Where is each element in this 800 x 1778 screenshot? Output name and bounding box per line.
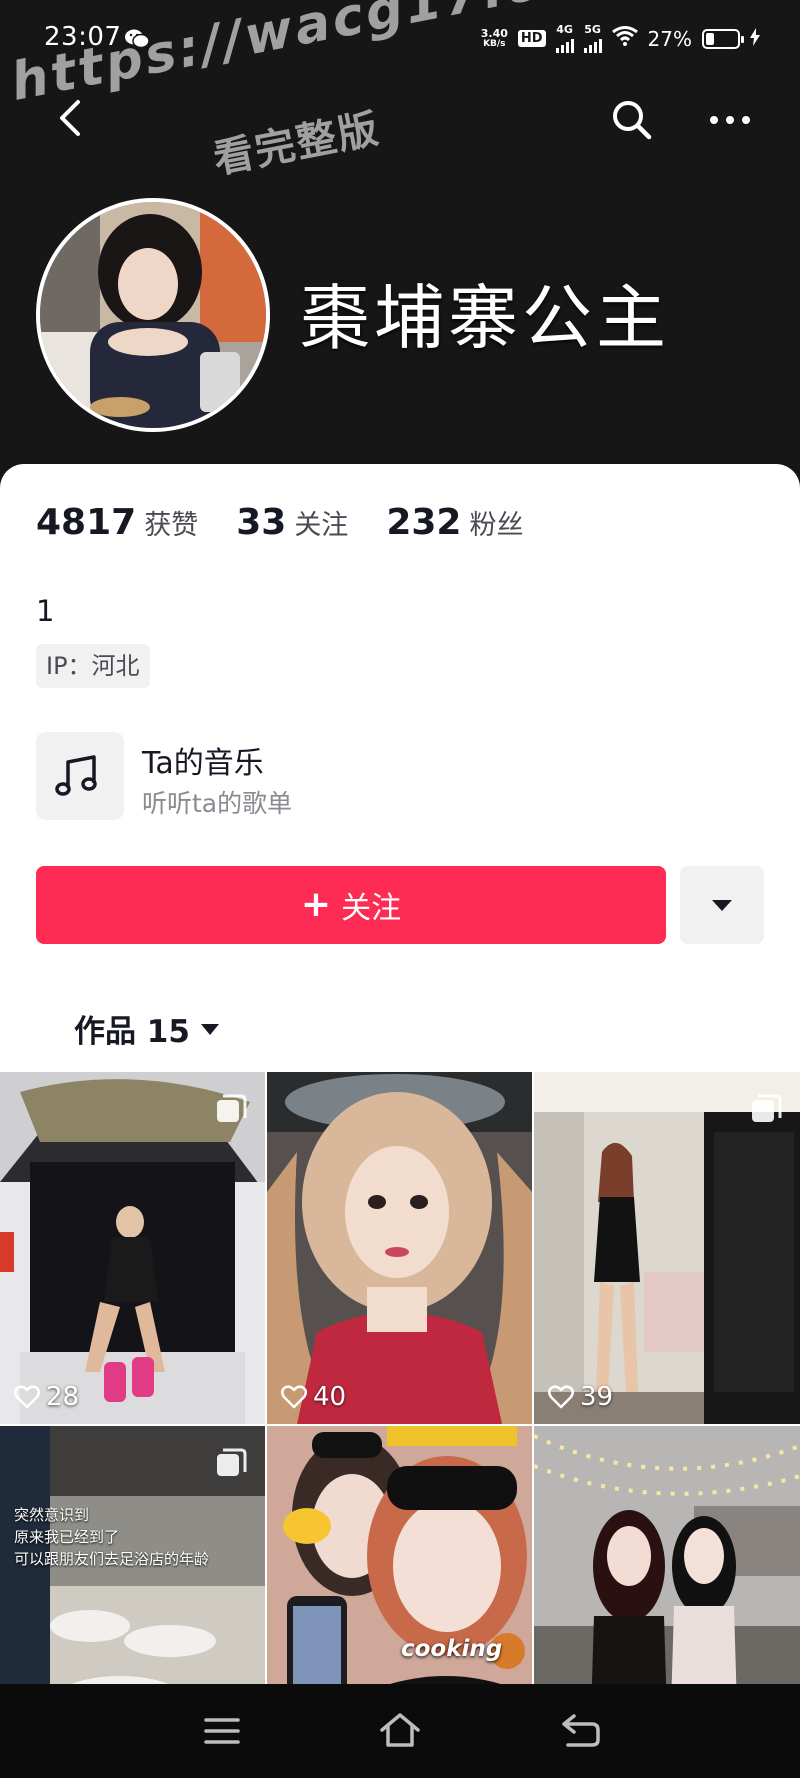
video-tile[interactable]: 28 [0, 1072, 265, 1424]
charging-icon [750, 27, 760, 51]
net-speed: 3.40 KB/s [480, 26, 508, 49]
heart-outline-icon [548, 1385, 574, 1409]
tab-works[interactable]: 作品 15 [74, 1006, 220, 1051]
video-thumbnail [267, 1072, 532, 1424]
music-entry[interactable]: Ta的音乐 听听ta的歌单 [36, 732, 756, 822]
battery-percent: 27% [647, 26, 692, 51]
profile-bio: 1 [36, 594, 55, 628]
wifi-icon [611, 26, 638, 51]
multi-photo-icon [752, 1094, 782, 1122]
follow-label: 关注 [341, 891, 402, 926]
video-caption: cooking [401, 1636, 503, 1662]
nav-menu-button[interactable] [202, 1714, 242, 1748]
follow-button[interactable]: + 关注 [36, 866, 666, 944]
profile-stats: 4817 获赞 33 关注 232 粉丝 [36, 502, 561, 543]
hd-icon: HD [517, 30, 546, 47]
status-indicators: 3.40 KB/s HD 4G 5G 27% [481, 24, 760, 53]
video-tile[interactable]: 40 [267, 1072, 532, 1424]
menu-icon [204, 1718, 240, 1744]
caret-down-icon [712, 900, 732, 911]
avatar[interactable] [36, 198, 270, 432]
stat-following[interactable]: 33 关注 [236, 502, 348, 543]
home-icon [380, 1713, 420, 1747]
heart-outline-icon [14, 1385, 40, 1409]
music-title: Ta的音乐 [142, 746, 264, 781]
multi-photo-icon [217, 1094, 247, 1122]
tab-works-label: 作品 15 [74, 1014, 190, 1050]
system-nav-bar [0, 1684, 800, 1778]
nav-home-button[interactable] [378, 1710, 422, 1750]
music-icon-box [36, 732, 124, 820]
music-note-icon [55, 755, 97, 796]
profile-header: 23:07 3.40 KB/s HD 4G 5G 27% https://wac… [0, 0, 800, 480]
recommend-dropdown-button[interactable] [680, 866, 764, 944]
stat-likes[interactable]: 4817 获赞 [36, 502, 198, 543]
video-tile[interactable]: 39 [534, 1072, 800, 1424]
more-options-button[interactable] [706, 100, 754, 140]
battery-icon [702, 28, 744, 49]
video-likes: 28 [14, 1382, 79, 1412]
multi-photo-icon [217, 1448, 247, 1476]
back-arrow-icon [562, 1714, 600, 1747]
more-dots-icon [710, 116, 750, 124]
music-subtitle: 听听ta的歌单 [142, 789, 293, 818]
stat-followers[interactable]: 232 粉丝 [386, 502, 523, 543]
video-likes: 39 [548, 1382, 613, 1412]
profile-card: 4817 获赞 33 关注 232 粉丝 1 IP：河北 Ta的音乐 听听ta的… [0, 464, 800, 1778]
profile-username: 棗埔寨公主 [300, 277, 670, 359]
nav-back-button[interactable] [558, 1710, 602, 1750]
search-button[interactable] [608, 96, 656, 144]
avatar-photo [40, 202, 266, 428]
caret-down-icon [200, 1023, 219, 1035]
signal-5g: 5G [583, 24, 602, 53]
ip-location-tag: IP：河北 [36, 644, 150, 688]
search-icon [613, 101, 652, 140]
heart-outline-icon [281, 1385, 307, 1409]
plus-icon: + [300, 884, 332, 925]
video-likes: 40 [281, 1382, 346, 1412]
watermark-text: 看完整版 [209, 105, 384, 183]
signal-4g: 4G [555, 24, 574, 53]
video-caption: 突然意识到 原来我已经到了 可以跟朋友们去足浴店的年龄 [14, 1506, 210, 1568]
